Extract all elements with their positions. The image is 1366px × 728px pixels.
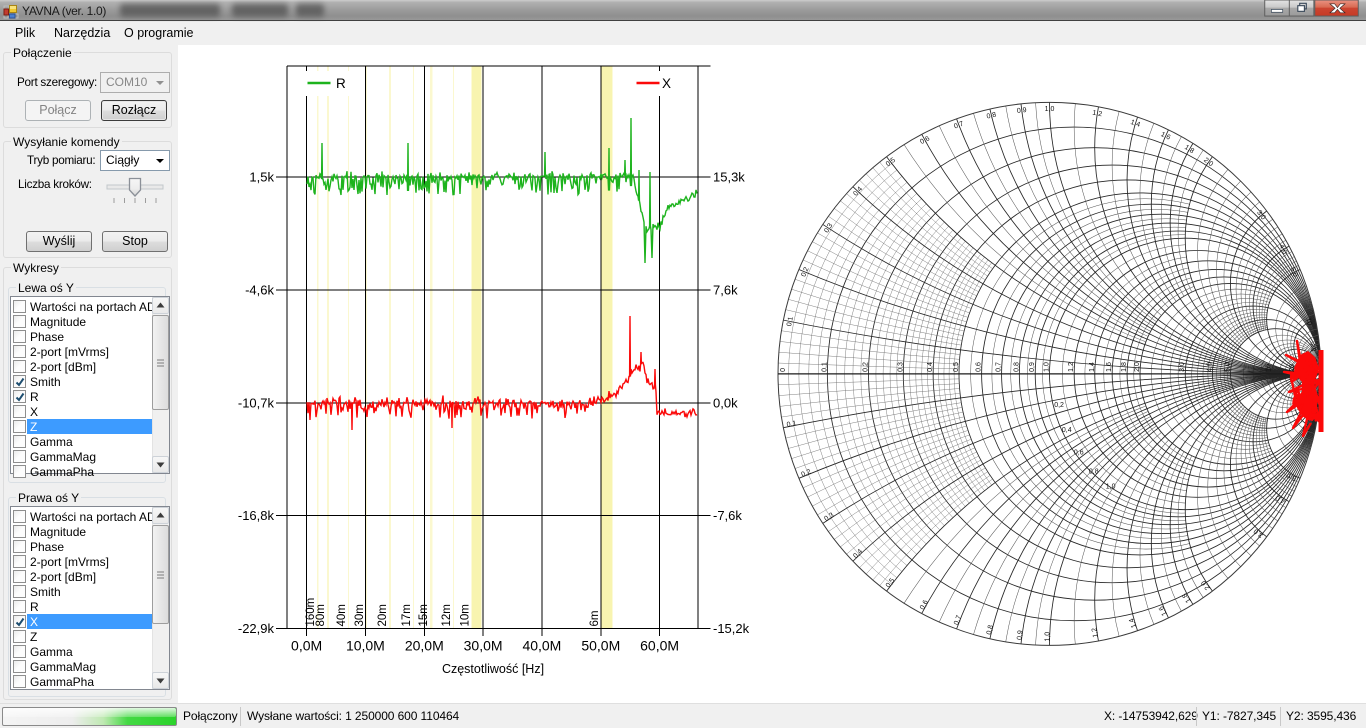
svg-text:4,0: 4,0 <box>1206 362 1213 372</box>
svg-text:10: 10 <box>1266 364 1273 372</box>
svg-text:0,9: 0,9 <box>1017 107 1028 115</box>
svg-text:30m: 30m <box>354 604 366 626</box>
svg-text:15m: 15m <box>418 604 430 626</box>
svg-text:0,3: 0,3 <box>823 512 835 523</box>
svg-text:12m: 12m <box>441 604 453 626</box>
svg-text:0,3: 0,3 <box>897 362 904 372</box>
svg-text:0,6: 0,6 <box>976 362 983 372</box>
svg-text:-15,2k: -15,2k <box>713 621 750 636</box>
svg-text:0,9: 0,9 <box>1029 362 1036 372</box>
svg-text:0: 0 <box>780 368 787 372</box>
svg-text:0,0k: 0,0k <box>713 395 738 410</box>
svg-text:0,2: 0,2 <box>800 468 812 478</box>
svg-text:0,5: 0,5 <box>885 157 897 169</box>
svg-text:6m: 6m <box>589 611 601 627</box>
svg-text:0,4: 0,4 <box>1062 427 1072 434</box>
svg-text:1,6: 1,6 <box>1158 605 1169 617</box>
svg-text:7,6k: 7,6k <box>713 282 738 297</box>
svg-text:0,7: 0,7 <box>953 121 965 131</box>
svg-text:30,0M: 30,0M <box>464 638 503 654</box>
svg-text:1,4: 1,4 <box>1089 362 1096 372</box>
svg-text:1,5k: 1,5k <box>249 170 274 185</box>
svg-text:50,0M: 50,0M <box>581 638 620 654</box>
svg-text:X: X <box>662 76 671 91</box>
svg-text:10: 10 <box>1304 317 1312 326</box>
svg-text:1,4: 1,4 <box>1129 119 1141 129</box>
svg-text:1,4: 1,4 <box>1128 617 1138 629</box>
svg-text:0,6: 0,6 <box>919 135 931 146</box>
svg-text:0,5: 0,5 <box>953 362 960 372</box>
svg-text:0,8: 0,8 <box>986 624 995 635</box>
svg-text:R: R <box>336 76 346 91</box>
svg-text:10m: 10m <box>459 604 471 626</box>
svg-text:15,3k: 15,3k <box>713 170 745 185</box>
svg-text:0,4: 0,4 <box>852 548 864 560</box>
svg-text:5,0: 5,0 <box>1225 362 1232 372</box>
svg-text:40,0M: 40,0M <box>522 638 561 654</box>
svg-text:1,6: 1,6 <box>1106 362 1113 372</box>
svg-text:20: 20 <box>1309 343 1317 352</box>
svg-text:80m: 80m <box>315 604 327 626</box>
svg-text:1,2: 1,2 <box>1068 362 1075 372</box>
svg-text:-22,9k: -22,9k <box>238 621 275 636</box>
svg-text:0,8: 0,8 <box>986 112 997 121</box>
svg-text:0,3: 0,3 <box>823 222 834 234</box>
svg-text:0,2: 0,2 <box>1054 402 1064 409</box>
svg-text:2,0: 2,0 <box>1200 579 1212 591</box>
svg-text:-4,6k: -4,6k <box>245 282 274 297</box>
svg-text:0,8: 0,8 <box>1089 469 1099 476</box>
svg-text:20m: 20m <box>377 604 389 626</box>
svg-text:10,0M: 10,0M <box>346 638 385 654</box>
svg-text:0,1: 0,1 <box>821 362 828 372</box>
svg-text:1,8: 1,8 <box>1181 592 1192 604</box>
svg-text:1,0: 1,0 <box>1045 632 1052 642</box>
svg-text:0,0M: 0,0M <box>291 638 322 654</box>
svg-text:0,1: 0,1 <box>786 420 797 429</box>
svg-text:0,5: 0,5 <box>885 577 897 589</box>
svg-text:0,8: 0,8 <box>1013 362 1020 372</box>
svg-text:0,2: 0,2 <box>800 266 810 278</box>
svg-text:1,0: 1,0 <box>1106 484 1116 491</box>
svg-text:Częstotliwość [Hz]: Częstotliwość [Hz] <box>442 662 544 676</box>
svg-text:1,0: 1,0 <box>1044 362 1051 372</box>
svg-text:3,0: 3,0 <box>1253 527 1265 539</box>
svg-text:3,0: 3,0 <box>1179 362 1186 372</box>
svg-text:1,8: 1,8 <box>1121 362 1128 372</box>
svg-text:-7,6k: -7,6k <box>713 508 742 523</box>
svg-text:1,0: 1,0 <box>1045 106 1055 113</box>
svg-text:17m: 17m <box>401 604 413 626</box>
svg-text:0,2: 0,2 <box>863 362 870 372</box>
svg-text:0,1: 0,1 <box>786 316 795 327</box>
svg-text:0,4: 0,4 <box>927 362 934 372</box>
svg-text:0,9: 0,9 <box>1016 630 1024 641</box>
svg-text:-10,7k: -10,7k <box>238 395 275 410</box>
svg-text:1,2: 1,2 <box>1092 110 1103 119</box>
svg-text:40m: 40m <box>336 604 348 626</box>
svg-text:0,7: 0,7 <box>996 362 1003 372</box>
svg-text:0,6: 0,6 <box>1074 450 1084 457</box>
svg-text:1,2: 1,2 <box>1091 627 1100 638</box>
svg-text:20,0M: 20,0M <box>405 638 444 654</box>
svg-text:2,0: 2,0 <box>1134 362 1141 372</box>
svg-text:60,0M: 60,0M <box>640 638 679 654</box>
svg-text:-16,8k: -16,8k <box>238 508 275 523</box>
